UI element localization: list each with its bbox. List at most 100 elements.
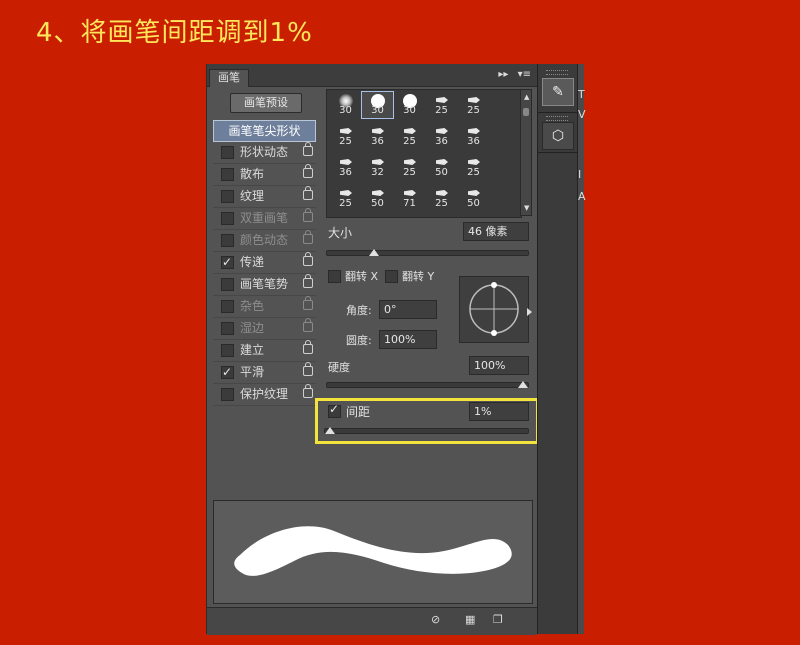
brush-option-checkbox[interactable] [221,278,234,291]
brush-tip[interactable]: 32 [362,154,393,180]
lock-icon[interactable] [303,318,313,332]
brush-option-label: 传递 [240,255,265,269]
brush-tip[interactable]: 25 [426,185,457,211]
brush-tip[interactable]: 36 [426,123,457,149]
lock-icon[interactable] [303,252,313,266]
3d-panel-icon[interactable]: ⬡ [542,122,574,150]
panel-menu-icon[interactable]: ▾≡ [518,69,531,80]
lock-icon[interactable] [303,296,313,310]
roundness-field[interactable]: 100% [379,330,437,349]
scroll-down-icon[interactable]: ▼ [524,204,529,212]
brush-tip[interactable]: 25 [330,123,361,149]
brush-tip-shape-icon [404,159,416,165]
brush-option-7[interactable]: 画笔笔势 [213,274,316,296]
brush-tip-size: 36 [371,136,384,147]
brush-tip-shape-icon [436,159,448,165]
flip-y-checkbox[interactable] [385,270,398,283]
strip-letter: T [578,88,585,101]
brush-tip-size: 30 [371,105,384,116]
brush-tip[interactable]: 25 [394,154,425,180]
lock-icon[interactable] [303,340,313,354]
brush-tip[interactable]: 36 [330,154,361,180]
lock-icon[interactable] [303,362,313,376]
scroll-up-icon[interactable]: ▲ [524,93,529,101]
lock-icon[interactable] [303,186,313,200]
size-slider-knob[interactable] [369,249,380,256]
hardness-field[interactable]: 100% [469,356,529,375]
toggle-preview-icon[interactable]: ⊘ [431,614,443,625]
brush-presets-button[interactable]: 画笔预设 [230,93,302,113]
collapse-icon[interactable]: ▸▸ [498,69,508,80]
flip-x-label: 翻转 X [345,270,379,283]
brush-tip[interactable]: 25 [458,154,489,180]
dock-grip-2[interactable] [546,116,568,121]
size-field[interactable]: 46 像素 [463,222,529,241]
angle-field[interactable]: 0° [379,300,437,319]
brush-option-11[interactable]: 平滑 [213,362,316,384]
brush-option-label: 保护纹理 [240,387,289,401]
brush-tip[interactable]: 50 [362,185,393,211]
brush-tip-shape-icon [372,159,384,165]
brush-tip[interactable]: 30 [330,92,361,118]
brush-tip[interactable]: 25 [330,185,361,211]
grid-brush-icon[interactable]: ▦ [465,614,477,625]
brush-tip[interactable]: 50 [458,185,489,211]
brush-option-9[interactable]: 湿边 [213,318,316,340]
brush-option-checkbox[interactable] [221,252,234,272]
brush-option-checkbox[interactable] [221,168,234,181]
angle-roundness-widget[interactable] [459,276,529,343]
brush-panel-icon[interactable]: ✎ [542,78,574,106]
brush-options-list: 画笔笔尖形状形状动态散布纹理双重画笔颜色动态传递画笔笔势杂色湿边建立平滑保护纹理 [213,120,316,406]
brush-option-6[interactable]: 传递 [213,252,316,274]
hardness-slider[interactable] [326,381,529,388]
brush-option-checkbox[interactable] [221,362,234,382]
brush-option-checkbox[interactable] [221,322,234,335]
brush-tip[interactable]: 30 [394,92,425,118]
brush-tip-size: 25 [467,105,480,116]
brush-tip[interactable]: 50 [426,154,457,180]
lock-icon[interactable] [303,274,313,288]
brush-option-checkbox[interactable] [221,146,234,159]
brush-option-4[interactable]: 双重画笔 [213,208,316,230]
brush-option-3[interactable]: 纹理 [213,186,316,208]
lock-icon[interactable] [303,230,313,244]
tab-brush[interactable]: 画笔 [209,69,249,87]
brush-tip[interactable]: 36 [362,123,393,149]
brush-option-10[interactable]: 建立 [213,340,316,362]
new-brush-icon[interactable]: ❐ [493,614,505,625]
flip-x-checkbox[interactable] [328,270,341,283]
dock-grip[interactable] [546,70,568,75]
brush-tip[interactable]: 25 [458,92,489,118]
hardness-label: 硬度 [328,361,350,374]
lock-icon[interactable] [303,208,313,222]
brush-tip[interactable]: 25 [394,123,425,149]
brush-tip-size: 36 [435,136,448,147]
scroll-thumb[interactable] [523,108,529,116]
lock-icon[interactable] [303,142,313,156]
brush-option-checkbox[interactable] [221,388,234,401]
lock-icon[interactable] [303,384,313,398]
brush-tip-size: 71 [403,198,416,209]
brush-option-checkbox[interactable] [221,344,234,357]
brush-option-1[interactable]: 形状动态 [213,142,316,164]
brush-tip-size: 50 [435,167,448,178]
brush-tip-size: 36 [467,136,480,147]
hardness-slider-knob[interactable] [518,381,528,388]
angle-arrow-icon[interactable] [527,308,532,316]
brush-option-checkbox[interactable] [221,300,234,313]
size-slider[interactable] [326,249,529,256]
brush-option-checkbox[interactable] [221,190,234,203]
brush-option-12[interactable]: 保护纹理 [213,384,316,406]
brush-option-8[interactable]: 杂色 [213,296,316,318]
brush-tip[interactable]: 30 [361,91,394,119]
brush-option-5[interactable]: 颜色动态 [213,230,316,252]
brush-option-2[interactable]: 散布 [213,164,316,186]
brush-grid-scrollbar[interactable]: ▲ ▼ [520,89,532,216]
brush-tip[interactable]: 36 [458,123,489,149]
lock-icon[interactable] [303,164,313,178]
brush-option-0[interactable]: 画笔笔尖形状 [213,120,316,142]
brush-option-checkbox[interactable] [221,212,234,225]
brush-tip[interactable]: 25 [426,92,457,118]
brush-option-checkbox[interactable] [221,234,234,247]
brush-tip[interactable]: 71 [394,185,425,211]
